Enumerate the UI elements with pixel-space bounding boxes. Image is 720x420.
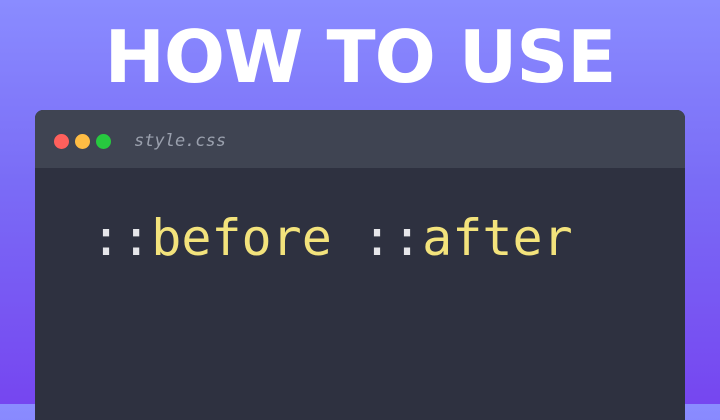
pseudo-before-keyword: before bbox=[151, 209, 332, 267]
pseudo-prefix-after: :: bbox=[361, 209, 423, 267]
code-line: ::before ::after bbox=[91, 206, 573, 270]
maximize-window-dot[interactable] bbox=[96, 134, 111, 149]
code-editor-window: style.css ::before ::after bbox=[35, 110, 685, 420]
headline: HOW TO USE bbox=[104, 15, 617, 99]
minimize-window-dot[interactable] bbox=[75, 134, 90, 149]
editor-titlebar: style.css bbox=[35, 110, 685, 168]
file-name: style.css bbox=[134, 131, 227, 151]
pseudo-after-keyword: after bbox=[422, 209, 573, 267]
close-window-dot[interactable] bbox=[54, 134, 69, 149]
pseudo-prefix-before: :: bbox=[91, 209, 152, 267]
